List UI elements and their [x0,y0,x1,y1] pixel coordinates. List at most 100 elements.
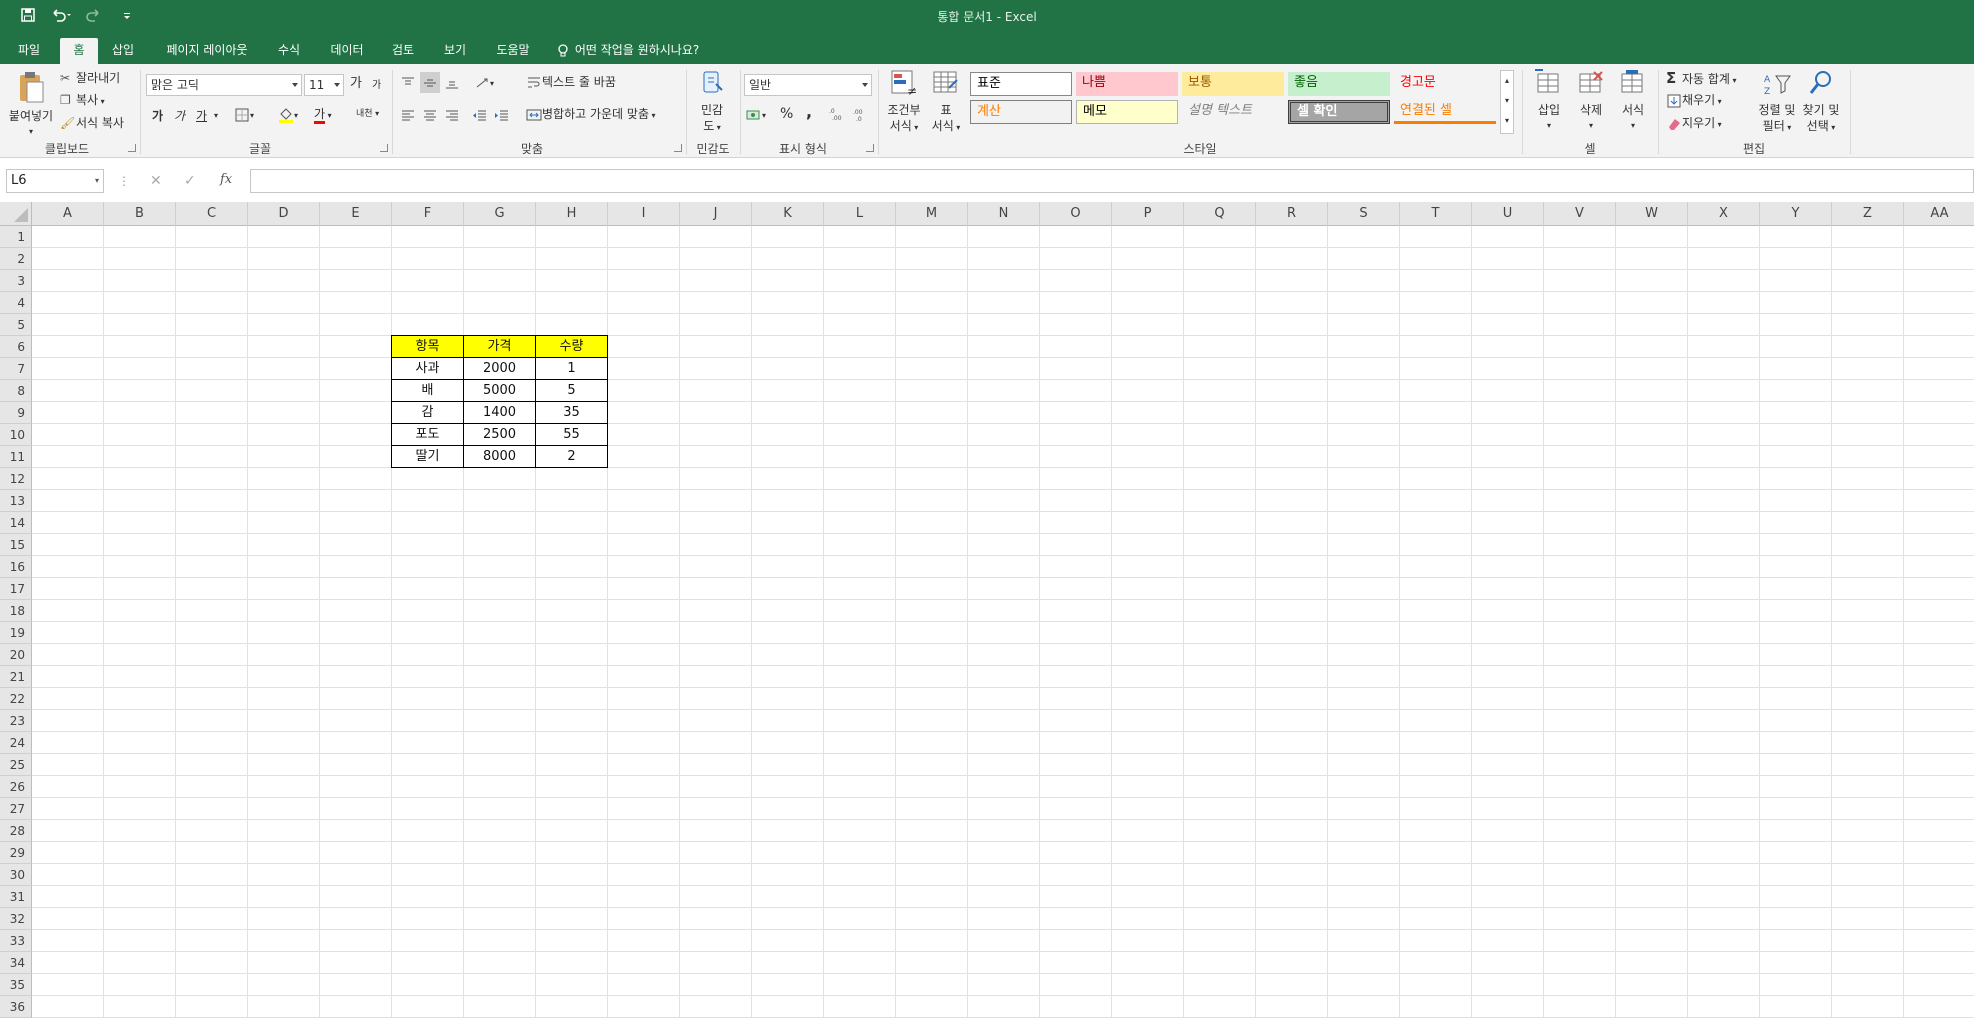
column-header[interactable]: L [824,202,896,226]
cancel-entry-icon[interactable]: ✕ [150,173,162,189]
table-cell[interactable]: 2 [535,445,608,468]
style-bad[interactable]: 나쁨 [1076,72,1178,96]
table-cell[interactable]: 포도 [391,423,464,446]
formula-input[interactable] [250,169,1974,193]
style-neutral[interactable]: 보통 [1182,72,1284,96]
table-header-cell[interactable]: 가격 [463,335,536,358]
tab-page-layout[interactable]: 페이지 레이아웃 [156,38,258,64]
row-header[interactable]: 15 [0,534,32,556]
row-header[interactable]: 26 [0,776,32,798]
column-header[interactable]: H [536,202,608,226]
column-header[interactable]: K [752,202,824,226]
row-header[interactable]: 35 [0,974,32,996]
row-header[interactable]: 34 [0,952,32,974]
column-header[interactable]: O [1040,202,1112,226]
fill-button[interactable]: 채우기 ▾ [1666,92,1722,110]
table-cell[interactable]: 8000 [463,445,536,468]
align-top-button[interactable] [400,74,416,91]
tab-data[interactable]: 데이터 [322,38,372,64]
align-center-button[interactable] [422,106,438,123]
style-calculation[interactable]: 계산 [970,100,1072,124]
number-launcher[interactable] [866,144,874,152]
style-warning[interactable]: 경고문 [1394,72,1496,96]
row-header[interactable]: 22 [0,688,32,710]
orientation-button[interactable]: ▾ [474,74,494,92]
column-header[interactable]: R [1256,202,1328,226]
style-good[interactable]: 좋음 [1288,72,1390,96]
row-header[interactable]: 5 [0,314,32,336]
tab-file[interactable]: 파일 [10,38,48,64]
alignment-launcher[interactable] [674,144,682,152]
decrease-decimal-button[interactable]: .00.0 [852,106,868,123]
row-header[interactable]: 16 [0,556,32,578]
table-cell[interactable]: 딸기 [391,445,464,468]
row-header[interactable]: 31 [0,886,32,908]
row-header[interactable]: 33 [0,930,32,952]
row-header[interactable]: 9 [0,402,32,424]
column-header[interactable]: F [392,202,464,226]
align-right-button[interactable] [444,106,460,123]
row-header[interactable]: 11 [0,446,32,468]
tab-home[interactable]: 홈 [60,38,98,64]
bold-button[interactable]: 가 [152,108,163,124]
column-header[interactable]: D [248,202,320,226]
row-header[interactable]: 24 [0,732,32,754]
autosum-button[interactable]: Σ 자동 합계 ▾ [1666,70,1737,89]
comma-style-button[interactable]: , [806,104,812,120]
row-header[interactable]: 30 [0,864,32,886]
underline-dropdown[interactable]: ▾ [214,108,218,124]
phonetic-guide-button[interactable]: 내천 ▾ [356,106,379,122]
column-header[interactable]: U [1472,202,1544,226]
styles-gallery-scroll[interactable]: ▴ ▾ ▾ [1500,70,1514,134]
font-color-button[interactable]: 가 ▾ [314,106,332,124]
conditional-format-button[interactable]: ≠ 조건부 서식 ▾ [884,68,924,136]
decrease-indent-button[interactable] [472,106,488,123]
tab-insert[interactable]: 삽입 [104,38,142,64]
row-header[interactable]: 27 [0,798,32,820]
wrap-text-button[interactable]: 텍스트 줄 바꿈 [526,74,616,91]
column-header[interactable]: S [1328,202,1400,226]
grow-font-button[interactable]: 가 [350,76,362,92]
column-header[interactable]: N [968,202,1040,226]
table-cell[interactable]: 55 [535,423,608,446]
column-header[interactable]: Q [1184,202,1256,226]
italic-button[interactable]: 가 [174,108,185,124]
column-header[interactable]: Y [1760,202,1832,226]
column-header[interactable]: AA [1904,202,1974,226]
sensitivity-button[interactable]: 민감 도 ▾ [692,68,732,136]
style-note[interactable]: 메모 [1076,100,1178,124]
column-header[interactable]: J [680,202,752,226]
number-format-box[interactable]: 일반 [744,74,872,96]
tell-me-search[interactable]: 어떤 작업을 원하시나요? [555,38,699,62]
cut-button[interactable]: ✂ 잘라내기 [60,70,120,86]
column-header[interactable]: B [104,202,176,226]
row-header[interactable]: 12 [0,468,32,490]
row-header[interactable]: 7 [0,358,32,380]
insert-cells-button[interactable]: 삽입 ▾ [1530,68,1568,134]
column-header[interactable]: P [1112,202,1184,226]
column-header[interactable]: T [1400,202,1472,226]
column-header[interactable]: V [1544,202,1616,226]
increase-indent-button[interactable] [494,106,510,123]
table-cell[interactable]: 2000 [463,357,536,380]
row-header[interactable]: 25 [0,754,32,776]
column-header[interactable]: I [608,202,680,226]
table-cell[interactable]: 35 [535,401,608,424]
row-header[interactable]: 21 [0,666,32,688]
formula-bar-options[interactable]: ⋮ [118,173,130,189]
tab-review[interactable]: 검토 [384,38,422,64]
name-box[interactable]: L6 ▾ [6,169,104,193]
column-header[interactable]: A [32,202,104,226]
row-header[interactable]: 20 [0,644,32,666]
clipboard-launcher[interactable] [128,144,136,152]
row-header[interactable]: 32 [0,908,32,930]
align-left-button[interactable] [400,106,416,123]
table-cell[interactable]: 2500 [463,423,536,446]
sort-filter-button[interactable]: AZ 정렬 및 필터 ▾ [1756,68,1798,136]
row-header[interactable]: 10 [0,424,32,446]
row-header[interactable]: 1 [0,226,32,248]
insert-function-icon[interactable]: fx [220,172,232,188]
row-header[interactable]: 13 [0,490,32,512]
style-check-cell[interactable]: 셀 확인 [1288,100,1390,124]
worksheet-grid[interactable]: A B C D E F G H I J K L M N O P Q R S T U V W X Y Z AA 1 2 3 4 5 6 7 8 9 10… [0,202,1974,1021]
